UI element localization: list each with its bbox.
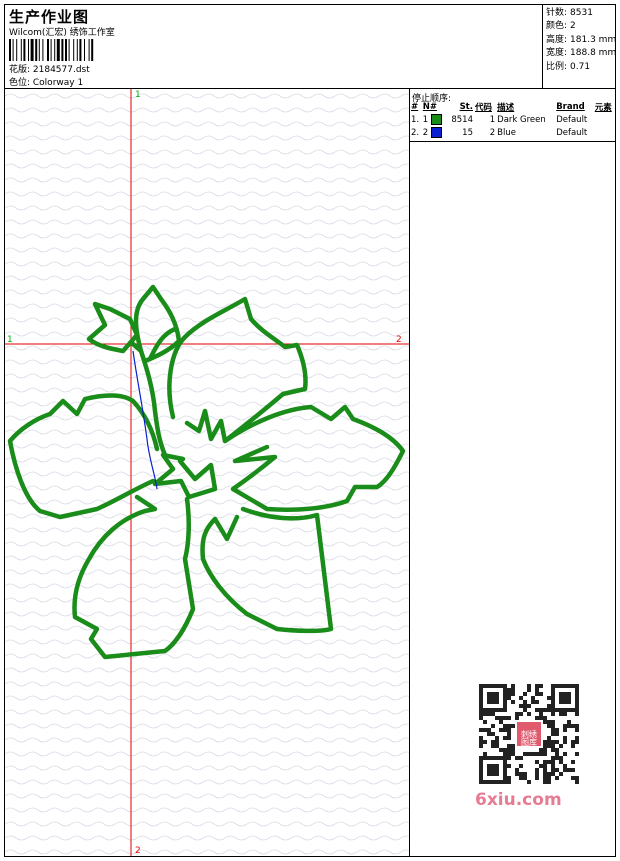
col-stitches: St. — [459, 102, 473, 112]
design-file: 花版: 2184577.dst — [9, 65, 90, 75]
stat-width: 宽度: 188.8 mm — [546, 48, 617, 58]
colorway: 色位: Colorway 1 — [9, 78, 84, 88]
col-n: N# — [422, 102, 438, 112]
panel-divider — [410, 141, 616, 142]
svg-text:图库: 图库 — [521, 737, 537, 747]
qr-code-icon: 刺绣图库 — [479, 684, 579, 784]
design-canvas: 1 1 2 2 — [5, 89, 409, 856]
row-stitches: 8514 — [451, 114, 473, 125]
row-brand: Default — [556, 114, 588, 125]
stat-stitches: 针数: 8531 — [546, 8, 593, 18]
row-code: 2 — [489, 127, 496, 138]
row-desc: Blue — [497, 127, 516, 138]
axis-label-left: 1 — [7, 335, 13, 345]
col-index: # — [411, 102, 419, 112]
color-swatch-icon — [430, 127, 442, 138]
color-swatch-icon — [430, 114, 442, 125]
stat-height: 高度: 181.3 mm — [546, 35, 617, 45]
col-element: 元素 — [594, 103, 612, 113]
row-element — [594, 126, 616, 139]
col-code: 代码 — [474, 103, 492, 113]
table-row: 1. 1 8514 1 Dark Green Default — [410, 113, 616, 126]
stat-scale: 比例: 0.71 — [546, 62, 591, 72]
row-brand: Default — [556, 127, 588, 138]
col-brand: Brand — [556, 102, 585, 112]
stats-panel: 针数: 8531 颜色: 2 高度: 181.3 mm 宽度: 188.8 mm 比例:… — [542, 4, 616, 88]
row-index: 1. — [411, 114, 420, 125]
barcode-icon — [9, 39, 94, 61]
stop-sequence-table: # N# St. 代码 描述 Brand 元素 1. 1 8514 1 Dark… — [410, 101, 616, 139]
design-preview: 1 1 2 2 — [5, 89, 409, 856]
table-header-row: # N# St. 代码 描述 Brand 元素 — [410, 101, 616, 113]
studio-name: Wilcom(汇宏) 绣饰工作室 — [9, 28, 115, 38]
axis-label-right: 2 — [396, 335, 402, 345]
col-desc: 描述 — [497, 103, 515, 113]
row-n: 2 — [422, 126, 447, 139]
table-row: 2. 2 15 2 Blue Default — [410, 126, 616, 139]
header: 生产作业图 Wilcom(汇宏) 绣饰工作室 花版: 2184577.dst 色… — [4, 4, 616, 89]
row-code: 1 — [489, 114, 496, 125]
axis-label-top: 1 — [135, 90, 141, 100]
row-stitches: 15 — [462, 127, 473, 138]
fabric-texture — [5, 89, 409, 856]
row-desc: Dark Green — [497, 114, 546, 125]
page-title: 生产作业图 — [9, 8, 90, 26]
axis-label-bottom: 2 — [135, 846, 141, 856]
row-index: 2. — [411, 127, 420, 138]
stat-colors: 颜色: 2 — [546, 21, 576, 31]
watermark-text: 6xiu.com — [475, 790, 562, 810]
row-element — [594, 113, 616, 126]
row-n: 1 — [422, 113, 447, 126]
